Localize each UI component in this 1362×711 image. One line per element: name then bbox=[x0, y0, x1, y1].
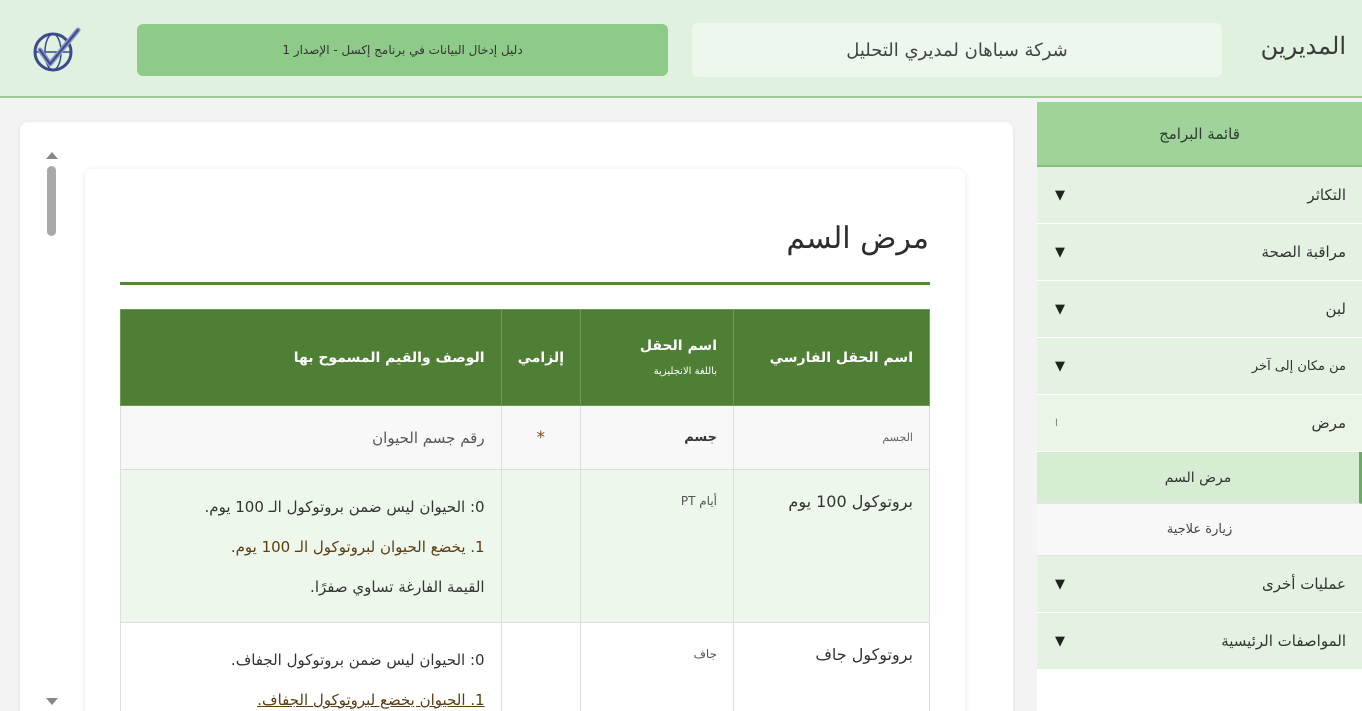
scroll-up-icon[interactable] bbox=[46, 152, 58, 159]
sidebar-subitem-poison-disease[interactable]: مرض السم bbox=[1037, 452, 1362, 504]
cell-en: جسم bbox=[580, 405, 734, 470]
header-required: إلزامي bbox=[500, 309, 582, 406]
cell-desc: رقم جسم الحيوان bbox=[120, 405, 502, 470]
sidebar-subitem-label: زيارة علاجية bbox=[1166, 522, 1233, 537]
cell-fa: بروتوكول 100 يوم bbox=[733, 469, 930, 623]
header-fa-field: اسم الحقل الفارسي bbox=[733, 309, 930, 406]
sidebar-item-label: لبن bbox=[1325, 300, 1346, 318]
cell-en: جاف bbox=[580, 622, 734, 711]
caret-down-icon: ▼ bbox=[1055, 187, 1065, 203]
table-row: بروتوكول جاف جاف 0: الحيوان ليس ضمن بروت… bbox=[120, 622, 930, 711]
desc-line: 0: الحيوان ليس ضمن بروتوكول الجفاف. bbox=[230, 651, 485, 669]
scroll-down-icon[interactable] bbox=[46, 698, 58, 705]
content-card: مرض السم اسم الحقل الفارسي اسم الحقل بال… bbox=[85, 169, 965, 711]
page-title: مرض السم bbox=[786, 221, 929, 256]
required-mark: * bbox=[500, 405, 582, 470]
caret-down-icon: ▼ bbox=[1055, 633, 1065, 649]
cell-fa: بروتوكول جاف bbox=[733, 622, 930, 711]
sidebar-item-main-specs[interactable]: المواصفات الرئيسية ▼ bbox=[1037, 613, 1362, 670]
caret-down-icon: ▼ bbox=[1055, 358, 1065, 374]
header-en-field: اسم الحقل باللغة الانجليزية bbox=[580, 309, 734, 406]
top-header: دليل إدخال البيانات في برنامج إكسل - الإ… bbox=[0, 0, 1362, 98]
sidebar-item-milk[interactable]: لبن ▼ bbox=[1037, 281, 1362, 338]
checkmark-globe-icon[interactable] bbox=[28, 24, 82, 76]
brand-title: المديرين bbox=[1260, 32, 1346, 60]
desc-line: 1. الحيوان يخضع لبروتوكول الجفاف. bbox=[257, 691, 485, 709]
desc-line: 1. يخضع الحيوان لبروتوكول الـ 100 يوم. bbox=[230, 538, 485, 556]
sidebar-item-label: المواصفات الرئيسية bbox=[1221, 632, 1346, 650]
sidebar-item-breeding[interactable]: التكاثر ▼ bbox=[1037, 167, 1362, 224]
sidebar-subitem-label: مرض السم bbox=[1164, 469, 1232, 486]
caret-up-icon: ا bbox=[1055, 417, 1058, 429]
sidebar-subitem-treatment-visit[interactable]: زيارة علاجية bbox=[1037, 504, 1362, 556]
fields-table: اسم الحقل الفارسي اسم الحقل باللغة الانج… bbox=[120, 309, 930, 711]
sidebar-item-label: مراقبة الصحة bbox=[1261, 243, 1346, 261]
caret-down-icon: ▼ bbox=[1055, 576, 1065, 592]
desc-line: 0: الحيوان ليس ضمن بروتوكول الـ 100 يوم. bbox=[204, 498, 485, 516]
sidebar-title: قائمة البرامج bbox=[1037, 102, 1362, 167]
sidebar-item-health[interactable]: مراقبة الصحة ▼ bbox=[1037, 224, 1362, 281]
caret-down-icon: ▼ bbox=[1055, 301, 1065, 317]
title-divider bbox=[120, 282, 930, 285]
cell-required bbox=[500, 622, 582, 711]
cell-desc: 0: الحيوان ليس ضمن بروتوكول الجفاف. 1. ا… bbox=[120, 622, 502, 711]
scroll-thumb[interactable] bbox=[47, 166, 56, 236]
table-row: بروتوكول 100 يوم أيام PT 0: الحيوان ليس … bbox=[120, 469, 930, 623]
desc-line: القيمة الفارغة تساوي صفرًا. bbox=[310, 578, 485, 596]
caret-down-icon: ▼ bbox=[1055, 244, 1065, 260]
sidebar-item-label: عمليات أخرى bbox=[1261, 575, 1346, 593]
sidebar-item-label: من مكان إلى آخر bbox=[1251, 358, 1346, 374]
header-description: الوصف والقيم المسموح بها bbox=[120, 309, 502, 406]
table-row: الجسم جسم * رقم جسم الحيوان bbox=[120, 405, 930, 470]
sidebar-item-transfer[interactable]: من مكان إلى آخر ▼ bbox=[1037, 338, 1362, 395]
cell-desc: 0: الحيوان ليس ضمن بروتوكول الـ 100 يوم.… bbox=[120, 469, 502, 623]
cell-en: أيام PT bbox=[580, 469, 734, 623]
vertical-scrollbar[interactable] bbox=[44, 150, 60, 705]
sidebar: قائمة البرامج التكاثر ▼ مراقبة الصحة ▼ ل… bbox=[1037, 102, 1362, 711]
company-name: شركة سباهان لمديري التحليل bbox=[692, 23, 1222, 77]
sidebar-item-disease[interactable]: مرض ا bbox=[1037, 395, 1362, 452]
cell-fa: الجسم bbox=[733, 405, 930, 470]
sidebar-item-label: التكاثر bbox=[1307, 186, 1346, 204]
sidebar-item-label: مرض bbox=[1311, 414, 1346, 432]
cell-required bbox=[500, 469, 582, 623]
sidebar-item-other-operations[interactable]: عمليات أخرى ▼ bbox=[1037, 556, 1362, 613]
guide-banner[interactable]: دليل إدخال البيانات في برنامج إكسل - الإ… bbox=[137, 24, 668, 76]
